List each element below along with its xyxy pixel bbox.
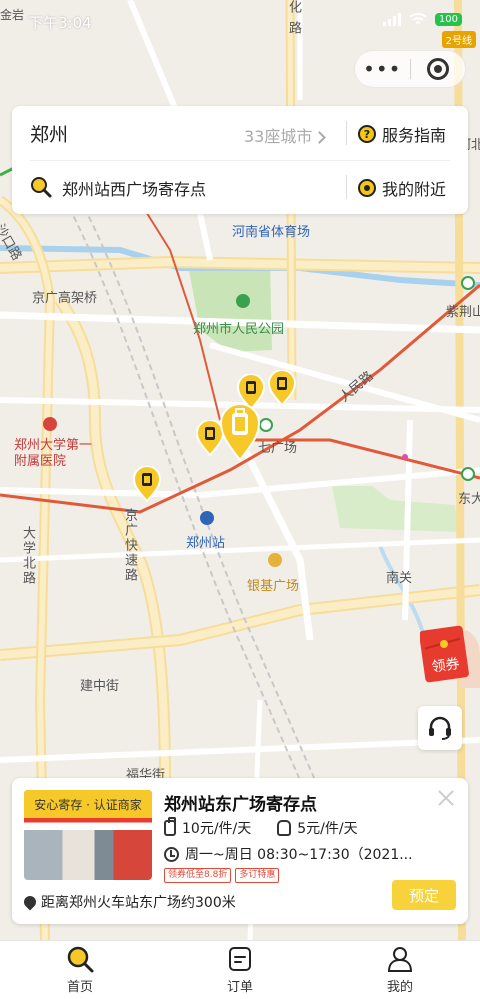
search-row: 郑州站西广场寄存点 我的附近 <box>12 161 468 214</box>
luggage-icon <box>164 817 176 836</box>
search-icon <box>31 177 52 198</box>
map-label-yinji-square: 银基广场 <box>247 579 300 594</box>
service-guide-button[interactable]: ? 服务指南 <box>358 122 446 146</box>
backpack-icon <box>277 820 292 836</box>
status-time: 下午3:04 <box>28 14 92 32</box>
promo-tags: 领券低至8.8折 多订特惠 <box>164 868 280 883</box>
price-backpack-label: 5元/件/天 <box>297 821 358 837</box>
clock-icon <box>164 846 179 862</box>
signal-icon <box>382 12 401 26</box>
coupon-button[interactable]: 领券 <box>420 622 480 688</box>
search-input[interactable]: 郑州站西广场寄存点 <box>62 176 206 200</box>
locate-icon <box>358 179 376 197</box>
storage-marker[interactable] <box>267 370 297 406</box>
metro-line-badge: 2号线 <box>441 31 476 48</box>
shopfront-image <box>24 830 152 880</box>
storage-marker[interactable] <box>132 466 162 502</box>
promo-tag: 多订特惠 <box>235 868 280 883</box>
tab-home-label: 首页 <box>66 980 93 995</box>
target-icon <box>426 58 449 80</box>
tab-home[interactable]: 首页 <box>0 941 160 999</box>
tab-profile[interactable]: 我的 <box>320 941 480 999</box>
price-backpack: 5元/件/天 <box>277 818 358 838</box>
tab-orders[interactable]: 订单 <box>160 941 320 999</box>
price-row: 10元/件/天 5元/件/天 <box>164 817 358 838</box>
current-city[interactable]: 郑州 <box>30 120 68 147</box>
chevron-right-icon <box>313 131 327 144</box>
map-label-zijingshan: 紫荆山 <box>446 305 480 320</box>
city-count-link[interactable]: 33座城市 <box>244 123 327 147</box>
map-label-peoples-park: 郑州市人民公园 <box>193 322 285 337</box>
storage-thumbnail: 安心寄存 · 认证商家 <box>24 790 152 880</box>
city-count-label: 33座城市 <box>244 127 313 146</box>
headset-icon <box>429 716 451 740</box>
capsule-close-button[interactable] <box>410 58 465 80</box>
city-row: 郑州 33座城市 ? 服务指南 <box>12 106 468 160</box>
promo-tag: 领券低至8.8折 <box>164 868 232 883</box>
map-label-hospital: 郑州大学第一附属医院 <box>14 438 93 469</box>
map-label-dongda: 东大 <box>458 492 480 507</box>
wifi-icon <box>409 13 427 24</box>
nearby-label: 我的附近 <box>382 180 447 199</box>
status-bar: 下午3:04 100 <box>0 0 480 44</box>
price-luggage: 10元/件/天 <box>164 817 252 838</box>
orders-icon <box>229 947 251 971</box>
battery-indicator: 100 <box>434 12 462 26</box>
service-guide-label: 服务指南 <box>382 126 447 145</box>
storage-info-card[interactable]: 安心寄存 · 认证商家 郑州站东广场寄存点 10元/件/天 5元/件/天 周一~… <box>12 778 468 924</box>
map-label-jingguang-bridge: 京广高架桥 <box>32 291 98 306</box>
distance-info: 距离郑州火车站东广场约300米 <box>21 892 236 912</box>
divider <box>346 175 347 199</box>
map-label-nanguan: 南关 <box>386 571 413 586</box>
map-label-square: 七广场 <box>258 441 298 456</box>
map-label-jingguang-expressway: 京广快速路 <box>122 508 137 583</box>
opening-hours-label: 周一~周日 08:30~17:30（2021... <box>185 847 413 863</box>
map-label-jianzhong-street: 建中街 <box>80 679 120 694</box>
selected-storage-marker[interactable] <box>218 402 262 462</box>
certified-badge: 安心寄存 · 认证商家 <box>24 790 152 818</box>
map-label-daxue-north: 大学北路 <box>20 526 35 586</box>
price-luggage-label: 10元/件/天 <box>182 821 252 837</box>
bottom-tab-bar: 首页 订单 我的 <box>0 940 480 999</box>
miniprogram-capsule: ••• <box>354 50 466 88</box>
storage-title: 郑州站东广场寄存点 <box>164 795 317 815</box>
distance-label: 距离郑州火车站东广场约300米 <box>41 895 236 911</box>
tab-profile-label: 我的 <box>386 980 413 995</box>
opening-hours: 周一~周日 08:30~17:30（2021... <box>164 844 413 864</box>
search-card: 郑州 33座城市 ? 服务指南 郑州站西广场寄存点 我的附近 <box>12 106 468 214</box>
user-icon <box>387 947 413 972</box>
home-search-icon <box>67 946 94 973</box>
close-icon[interactable] <box>436 788 456 808</box>
tab-orders-label: 订单 <box>226 980 253 995</box>
help-icon: ? <box>358 125 376 143</box>
customer-service-button[interactable] <box>418 706 462 750</box>
book-button[interactable]: 预定 <box>392 880 456 910</box>
nearby-button[interactable]: 我的附近 <box>358 176 446 200</box>
location-pin-icon <box>21 893 39 911</box>
map-label-zhengzhou-station: 郑州站 <box>186 536 226 551</box>
divider <box>346 121 347 145</box>
more-dots-icon[interactable]: ••• <box>355 57 410 81</box>
map-label-stadium: 河南省体育场 <box>232 225 311 240</box>
